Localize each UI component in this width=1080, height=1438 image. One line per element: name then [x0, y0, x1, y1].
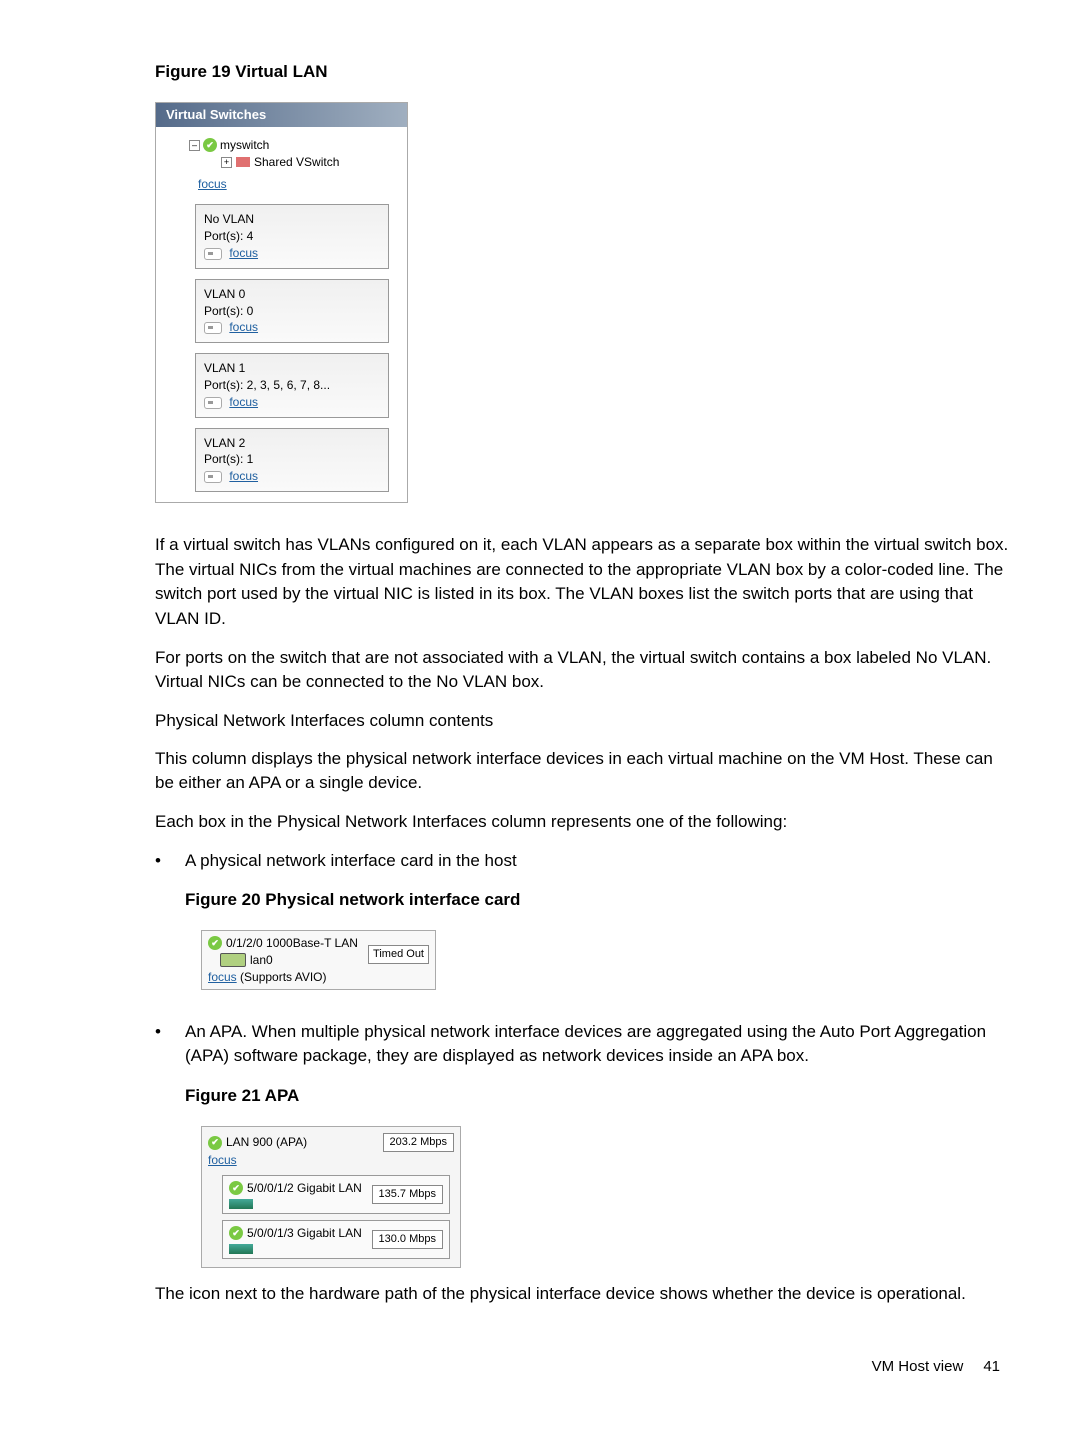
- shared-vswitch-label: Shared VSwitch: [254, 154, 339, 171]
- apa-device-box: ✔ 5/0/0/1/3 Gigabit LAN 130.0 Mbps: [222, 1220, 450, 1259]
- focus-link[interactable]: focus: [229, 320, 258, 334]
- bullet-text: A physical network interface card in the…: [185, 851, 517, 870]
- section-heading: Physical Network Interfaces column conte…: [155, 709, 1010, 733]
- nic-icon: [204, 248, 222, 260]
- vlan-title: VLAN 2: [204, 435, 380, 452]
- focus-link[interactable]: focus: [229, 246, 258, 260]
- vlan-box: VLAN 0 Port(s): 0 focus: [195, 279, 389, 343]
- paragraph: This column displays the physical networ…: [155, 747, 1010, 796]
- vswitch-icon: [236, 157, 250, 167]
- mbps-badge: 203.2 Mbps: [383, 1133, 454, 1152]
- apa-device-label: 5/0/0/1/3 Gigabit LAN: [247, 1225, 362, 1242]
- focus-link[interactable]: focus: [229, 395, 258, 409]
- switch-name: myswitch: [220, 137, 269, 154]
- vlan-ports: Port(s): 1: [204, 451, 380, 468]
- apa-device-box: ✔ 5/0/0/1/2 Gigabit LAN 135.7 Mbps: [222, 1175, 450, 1214]
- nic-icon: [204, 471, 222, 483]
- device-bar-icon: [229, 1244, 253, 1254]
- focus-link[interactable]: focus: [208, 970, 237, 984]
- footer-label: VM Host view: [872, 1356, 964, 1377]
- status-ok-icon: ✔: [208, 936, 222, 950]
- vlan-ports: Port(s): 0: [204, 303, 380, 320]
- vlan-title: VLAN 0: [204, 286, 380, 303]
- apa-device-label: 5/0/0/1/2 Gigabit LAN: [247, 1180, 362, 1197]
- bullet-text: An APA. When multiple physical network i…: [185, 1022, 986, 1065]
- vlan-title: VLAN 1: [204, 360, 380, 377]
- apa-label: LAN 900 (APA): [226, 1134, 307, 1151]
- mbps-badge: 135.7 Mbps: [372, 1185, 443, 1204]
- vlan-box: VLAN 1 Port(s): 2, 3, 5, 6, 7, 8... focu…: [195, 353, 389, 417]
- status-ok-icon: ✔: [229, 1181, 243, 1195]
- vlan-ports: Port(s): 2, 3, 5, 6, 7, 8...: [204, 377, 380, 394]
- nic-icon: [204, 322, 222, 334]
- device-bar-icon: [229, 1199, 253, 1209]
- switch-tree-root[interactable]: – ✔ myswitch: [189, 137, 397, 154]
- virtual-switches-panel: Virtual Switches – ✔ myswitch + Shared V…: [155, 102, 1010, 503]
- figure-21-title: Figure 21 APA: [185, 1084, 1010, 1108]
- nic-supports-avio: (Supports AVIO): [237, 970, 327, 984]
- figure-20-title: Figure 20 Physical network interface car…: [185, 888, 1010, 912]
- timed-out-badge: Timed Out: [368, 945, 429, 964]
- footer-page-number: 41: [983, 1356, 1000, 1377]
- vlan-box: No VLAN Port(s): 4 focus: [195, 204, 389, 268]
- lan-port-icon: [220, 953, 246, 967]
- status-ok-icon: ✔: [208, 1136, 222, 1150]
- page-footer: VM Host view 41: [155, 1356, 1010, 1377]
- list-item: An APA. When multiple physical network i…: [185, 1020, 1010, 1267]
- nic-panel: ✔ 0/1/2/0 1000Base-T LAN lan0 focus (Sup…: [201, 930, 436, 990]
- shared-vswitch-node[interactable]: + Shared VSwitch: [221, 154, 397, 171]
- nic-lan-name: lan0: [250, 952, 273, 969]
- virtual-switches-header: Virtual Switches: [156, 103, 407, 127]
- expand-icon[interactable]: +: [221, 157, 232, 168]
- focus-link[interactable]: focus: [229, 469, 258, 483]
- vlan-title: No VLAN: [204, 211, 380, 228]
- paragraph: For ports on the switch that are not ass…: [155, 646, 1010, 695]
- paragraph: If a virtual switch has VLANs configured…: [155, 533, 1010, 632]
- collapse-icon[interactable]: –: [189, 140, 200, 151]
- nic-hwpath: 0/1/2/0 1000Base-T LAN: [226, 935, 358, 952]
- paragraph: The icon next to the hardware path of th…: [155, 1282, 1010, 1307]
- paragraph: Each box in the Physical Network Interfa…: [155, 810, 1010, 835]
- vlan-box: VLAN 2 Port(s): 1 focus: [195, 428, 389, 492]
- nic-icon: [204, 397, 222, 409]
- mbps-badge: 130.0 Mbps: [372, 1230, 443, 1249]
- figure-19-title: Figure 19 Virtual LAN: [155, 60, 1010, 84]
- focus-link[interactable]: focus: [198, 176, 227, 193]
- vlan-ports: Port(s): 4: [204, 228, 380, 245]
- list-item: A physical network interface card in the…: [185, 849, 1010, 991]
- apa-panel: ✔ LAN 900 (APA) 203.2 Mbps focus ✔ 5/0/0…: [201, 1126, 461, 1268]
- status-ok-icon: ✔: [203, 138, 217, 152]
- status-ok-icon: ✔: [229, 1226, 243, 1240]
- focus-link[interactable]: focus: [208, 1153, 237, 1167]
